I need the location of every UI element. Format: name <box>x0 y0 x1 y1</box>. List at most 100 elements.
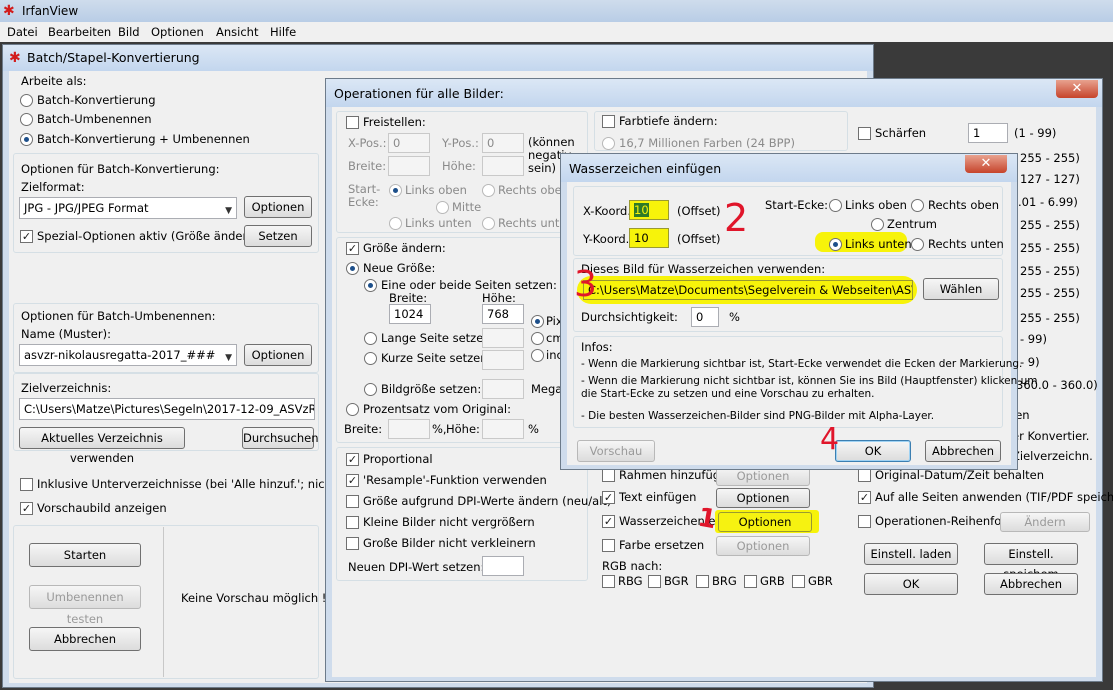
wm-x-input[interactable]: 10 <box>629 200 669 220</box>
wm-bottom-left-radio[interactable] <box>829 238 842 251</box>
new-size-radio[interactable] <box>346 262 359 275</box>
resize-height-input[interactable]: 768 <box>482 304 524 324</box>
color-depth-checkbox[interactable] <box>602 115 615 128</box>
rgb-gbr-checkbox[interactable] <box>792 575 805 588</box>
menu-ansicht[interactable]: Ansicht <box>216 25 258 39</box>
resample-checkbox[interactable]: ✓ <box>346 474 359 487</box>
convert-options-button[interactable]: Optionen <box>244 196 312 218</box>
percent-radio[interactable] <box>346 403 359 416</box>
load-settings-button[interactable]: Einstell. laden <box>864 543 958 565</box>
use-current-dir-button[interactable]: Aktuelles Verzeichnis verwenden <box>19 427 185 465</box>
mode-convert-radio[interactable] <box>20 94 33 107</box>
menu-bearbeiten[interactable]: Bearbeiten <box>48 25 111 39</box>
crop-corner-bottom-right-radio[interactable] <box>482 217 495 230</box>
rgb-grb-checkbox[interactable] <box>744 575 757 588</box>
browse-button[interactable]: Durchsuchen <box>242 427 319 449</box>
no-enlarge-checkbox[interactable] <box>346 516 359 529</box>
crop-corner-bottom-left-radio[interactable] <box>389 217 402 230</box>
rgb-rbg-checkbox[interactable] <box>602 575 615 588</box>
start-button[interactable]: Starten <box>29 543 141 567</box>
crop-x-input[interactable]: 0 <box>388 133 430 153</box>
op-order-checkbox[interactable] <box>858 515 871 528</box>
resize-width-input[interactable]: 1024 <box>389 304 431 324</box>
proportional-checkbox[interactable]: ✓ <box>346 453 359 466</box>
op-order-change-button[interactable]: Ändern <box>1000 512 1090 532</box>
rgb-bgr-checkbox[interactable] <box>648 575 661 588</box>
color-16m-radio[interactable] <box>602 137 615 150</box>
crop-height-input[interactable] <box>482 156 524 176</box>
test-rename-button[interactable]: Umbenennen testen <box>29 585 141 626</box>
rgb-rbg-label: RBG <box>618 574 643 588</box>
wm-preview-button[interactable]: Vorschau <box>577 440 655 462</box>
target-dir-input[interactable]: C:\Users\Matze\Pictures\Segeln\2017-12-0… <box>19 398 315 420</box>
pct-height-input[interactable] <box>482 419 524 439</box>
long-side-input[interactable] <box>482 328 524 348</box>
wm-top-right-radio[interactable] <box>911 199 924 212</box>
sharpen-input[interactable]: 1 <box>968 123 1008 143</box>
wm-ok-button[interactable]: OK <box>835 440 911 462</box>
wm-y-input[interactable]: 10 <box>629 228 669 248</box>
wm-transparency-input[interactable]: 0 <box>691 307 719 327</box>
wm-close-icon[interactable]: ✕ <box>965 155 1007 173</box>
wm-top-left-radio[interactable] <box>829 199 842 212</box>
name-pattern-select[interactable]: asvzr-nikolausregatta-2017_### ▼ <box>19 344 237 366</box>
save-settings-button[interactable]: Einstell. speichem <box>984 543 1078 581</box>
wm-image-path-input[interactable]: C:\Users\Matze\Documents\Segelverein & W… <box>583 280 913 300</box>
include-subdirs-checkbox[interactable] <box>20 478 33 491</box>
image-size-input[interactable] <box>482 379 524 399</box>
replace-color-options-button[interactable]: Optionen <box>716 536 810 556</box>
target-format-select[interactable]: JPG - JPG/JPEG Format ▼ <box>19 197 237 219</box>
unit-cm-radio[interactable] <box>531 332 544 345</box>
crop-width-input[interactable] <box>388 156 430 176</box>
watermark-options-button[interactable]: Optionen <box>718 512 812 532</box>
crop-checkbox[interactable] <box>346 116 359 129</box>
long-side-radio[interactable] <box>364 332 377 345</box>
menu-datei[interactable]: Datei <box>7 25 38 39</box>
orig-date-checkbox[interactable] <box>858 469 871 482</box>
menu-bild[interactable]: Bild <box>118 25 140 39</box>
insert-text-options-button[interactable]: Optionen <box>716 488 810 508</box>
image-size-radio[interactable] <box>364 383 377 396</box>
pct-width-label: Breite: <box>344 422 383 436</box>
wm-choose-button[interactable]: Wählen <box>923 278 999 300</box>
one-or-both-radio[interactable] <box>364 279 377 292</box>
mode-both-radio[interactable] <box>20 133 33 146</box>
rename-options-button[interactable]: Optionen <box>244 344 312 366</box>
menu-optionen[interactable]: Optionen <box>151 25 204 39</box>
sharpen-checkbox[interactable] <box>858 127 871 140</box>
special-options-checkbox[interactable]: ✓ <box>20 230 33 243</box>
wm-center-radio[interactable] <box>871 218 884 231</box>
short-side-input[interactable] <box>482 350 524 370</box>
ops-ok-button[interactable]: OK <box>864 573 958 595</box>
menu-hilfe[interactable]: Hilfe <box>270 25 296 39</box>
short-side-radio[interactable] <box>364 352 377 365</box>
wm-bottom-right-radio[interactable] <box>911 238 924 251</box>
watermark-checkbox[interactable]: ✓ <box>602 515 615 528</box>
pct-width-input[interactable] <box>388 419 430 439</box>
add-frame-checkbox[interactable] <box>602 469 615 482</box>
set-button[interactable]: Setzen <box>244 225 312 247</box>
crop-corner-top-right-radio[interactable] <box>482 184 495 197</box>
wm-cancel-button[interactable]: Abbrechen <box>925 440 1001 462</box>
range-8: 255 - 255) <box>1020 311 1080 325</box>
unit-inch-radio[interactable] <box>531 349 544 362</box>
ops-close-icon[interactable]: ✕ <box>1056 80 1098 98</box>
crop-corner-top-left-radio[interactable] <box>389 184 402 197</box>
unit-pixel-radio[interactable] <box>531 315 544 328</box>
annotation-4: 4 <box>820 422 840 457</box>
new-dpi-input[interactable] <box>482 556 524 576</box>
show-preview-checkbox[interactable]: ✓ <box>20 502 33 515</box>
replace-color-checkbox[interactable] <box>602 539 615 552</box>
no-shrink-checkbox[interactable] <box>346 537 359 550</box>
crop-corner-center-radio[interactable] <box>436 201 449 214</box>
resize-checkbox[interactable]: ✓ <box>346 242 359 255</box>
insert-text-checkbox[interactable]: ✓ <box>602 491 615 504</box>
batch-logo-icon: ✱ <box>9 50 21 66</box>
dpi-change-checkbox[interactable] <box>346 495 359 508</box>
mode-rename-radio[interactable] <box>20 113 33 126</box>
ops-cancel-button[interactable]: Abbrechen <box>984 573 1078 595</box>
all-pages-checkbox[interactable]: ✓ <box>858 491 871 504</box>
rgb-brg-checkbox[interactable] <box>696 575 709 588</box>
crop-y-input[interactable]: 0 <box>482 133 524 153</box>
batch-cancel-button[interactable]: Abbrechen <box>29 627 141 651</box>
